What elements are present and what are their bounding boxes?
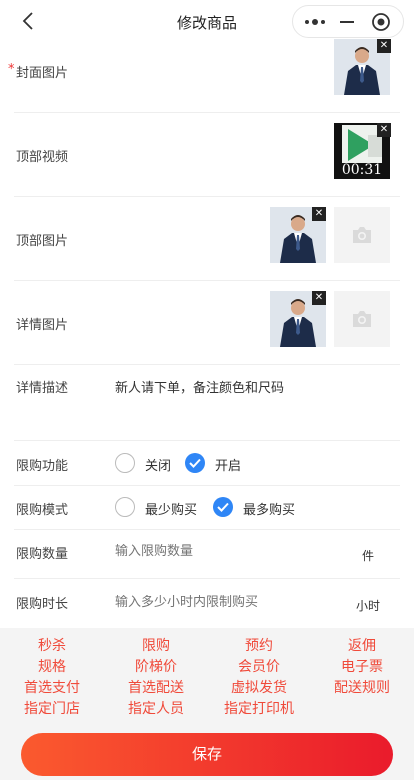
divider [14,440,400,441]
limit-duration-input[interactable] [115,595,335,610]
limit-mode-label: 限购模式 [16,503,69,518]
limit-function-on-radio[interactable] [185,453,205,473]
add-detail-image-button[interactable] [334,291,390,347]
video-duration: 00:31 [341,162,383,178]
link-specification[interactable]: 规格 [38,656,66,676]
link-preferred-payment[interactable]: 首选支付 [24,677,80,697]
more-dots-icon[interactable] [303,14,327,30]
limit-duration-unit: 小时 [356,599,381,613]
mini-program-capsule [292,5,404,38]
link-purchase-limit[interactable]: 限购 [142,635,170,655]
top-image-label: 顶部图片 [16,234,69,249]
top-video-label: 顶部视频 [16,150,69,165]
camera-icon [353,311,371,327]
remove-cover-icon[interactable]: ✕ [377,39,391,53]
remove-video-icon[interactable]: ✕ [377,123,391,137]
limit-function-off-label[interactable]: 关闭 [145,455,171,474]
check-icon [189,458,201,468]
divider [14,529,400,530]
limit-function-off-radio[interactable] [115,453,135,473]
target-circle-icon[interactable] [371,12,391,32]
link-virtual-shipping[interactable]: 虚拟发货 [231,677,287,697]
limit-function-label: 限购功能 [16,459,69,474]
check-icon [217,502,229,512]
cover-image-label: 封面图片 [16,66,69,81]
limit-quantity-input[interactable] [115,544,335,559]
divider [14,196,400,197]
limit-quantity-unit: 件 [362,549,375,563]
link-seckill[interactable]: 秒杀 [38,635,66,655]
remove-top-image-icon[interactable]: ✕ [312,207,326,221]
link-preferred-delivery[interactable]: 首选配送 [128,677,184,697]
link-tiered-price[interactable]: 阶梯价 [135,656,177,676]
link-assigned-staff[interactable]: 指定人员 [128,698,184,718]
camera-icon [353,227,371,243]
link-e-ticket[interactable]: 电子票 [341,656,383,676]
nav-bar: 修改商品 [0,0,414,44]
limit-duration-label: 限购时长 [16,597,69,612]
divider [14,578,400,579]
minus-icon[interactable] [340,21,354,23]
required-mark: * [8,62,15,77]
divider [14,280,400,281]
limit-mode-min-radio[interactable] [115,497,135,517]
save-button[interactable]: 保存 [21,733,393,776]
limit-mode-min-label[interactable]: 最少购买 [145,499,197,518]
link-assigned-store[interactable]: 指定门店 [24,698,80,718]
limit-function-on-label[interactable]: 开启 [215,455,241,474]
limit-quantity-label: 限购数量 [16,547,69,562]
link-commission[interactable]: 返佣 [348,635,376,655]
add-top-image-button[interactable] [334,207,390,263]
divider [14,485,400,486]
link-assigned-printer[interactable]: 指定打印机 [224,698,294,718]
limit-mode-max-radio[interactable] [213,497,233,517]
link-delivery-rules[interactable]: 配送规则 [334,677,390,697]
link-reservation[interactable]: 预约 [245,635,273,655]
detail-image-label: 详情图片 [16,318,69,333]
remove-detail-image-icon[interactable]: ✕ [312,291,326,305]
divider [14,364,400,365]
divider [14,112,400,113]
link-member-price[interactable]: 会员价 [238,656,280,676]
detail-desc-textarea[interactable]: 新人请下单，备注颜色和尺码 [115,377,284,396]
limit-mode-max-label[interactable]: 最多购买 [243,499,295,518]
detail-desc-label: 详情描述 [16,381,69,396]
